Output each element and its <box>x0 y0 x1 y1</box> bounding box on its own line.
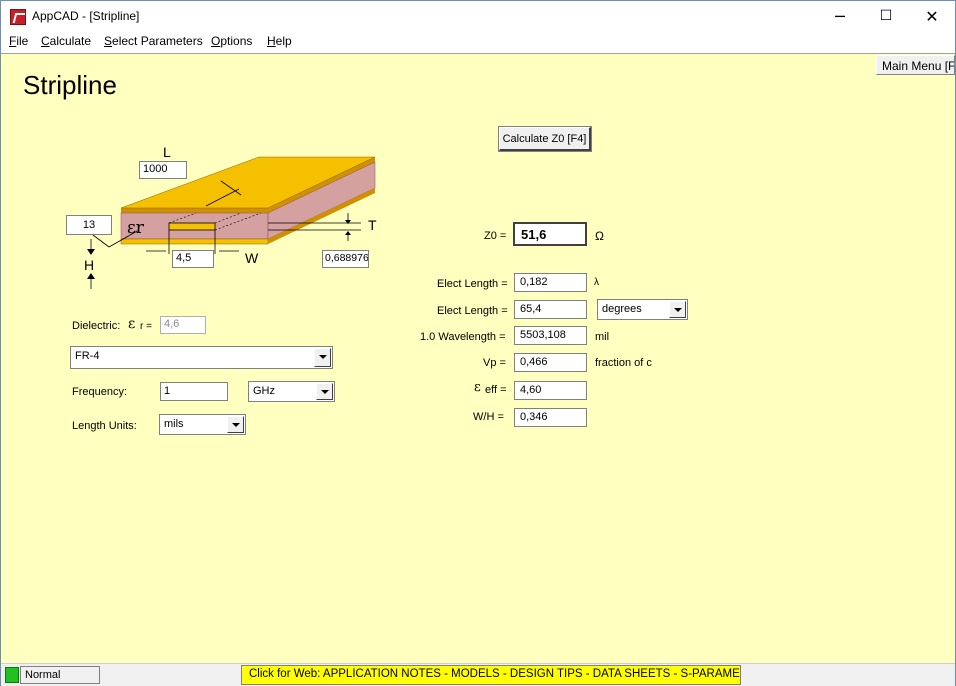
eeff-symbol: ε <box>474 380 481 395</box>
thickness-input[interactable]: 0,688976 <box>322 250 369 268</box>
frequency-unit-select[interactable]: GHz <box>248 381 335 402</box>
maximize-button[interactable]: ☐ <box>863 1 909 31</box>
length-units-dropdown-arrow-icon[interactable] <box>227 416 244 433</box>
menu-help[interactable]: Help <box>267 34 292 48</box>
angle-unit-value: degrees <box>602 303 642 315</box>
length-units-label: Length Units: <box>72 420 137 432</box>
ohm-unit: Ω <box>595 229 604 243</box>
menu-help-label: elp <box>275 34 292 48</box>
eeff-output: 4,60 <box>514 381 587 400</box>
window-title: AppCAD - [Stripline] <box>32 9 140 23</box>
status-mode: Normal <box>20 666 100 684</box>
menu-calculate-mnemonic: C <box>41 34 50 48</box>
menu-select-parameters-mnemonic: S <box>104 34 113 48</box>
h-dimension-label: H <box>84 257 95 273</box>
elect-length-label: Elect Length = <box>437 278 508 290</box>
stripline-panel: Stripline Main Menu [F8] <box>1 53 955 663</box>
menu-options-mnemonic: O <box>211 34 221 48</box>
z0-output: 51,6 <box>513 222 587 246</box>
er-subscript: r = <box>140 321 152 332</box>
web-resources-link[interactable]: Click for Web: APPLICATION NOTES - MODEL… <box>241 665 741 685</box>
h-dim-arrowhead-bottom <box>87 273 95 279</box>
dielectric-label: Dielectric: <box>72 320 121 332</box>
frequency-label: Frequency: <box>72 386 128 398</box>
wavelength-output: 5503,108 <box>514 326 587 345</box>
length-units-value: mils <box>164 418 184 430</box>
angle-unit-dropdown-arrow-icon[interactable] <box>669 301 686 318</box>
menu-bar: File Calculate Select Parameters Options… <box>1 32 955 52</box>
menu-calculate-label: alculate <box>49 34 92 48</box>
elect-length-deg-label: Elect Length = <box>437 305 508 317</box>
frequency-unit-dropdown-arrow-icon[interactable] <box>316 383 333 400</box>
main-menu-button[interactable]: Main Menu [F8] <box>876 55 955 75</box>
wavelength-label: 1.0 Wavelength = <box>420 331 506 343</box>
length-input[interactable]: 1000 <box>139 161 187 179</box>
menu-file[interactable]: File <box>9 34 28 48</box>
menu-select-parameters-label: elect Parameters <box>112 34 203 48</box>
height-input[interactable]: 13 <box>66 215 112 235</box>
menu-file-label: ile <box>16 34 29 48</box>
menu-help-mnemonic: H <box>267 34 276 48</box>
minimize-button[interactable]: ─ <box>817 1 863 31</box>
h-dim-arrowhead-top <box>87 249 95 255</box>
wavelength-unit: mil <box>595 331 610 343</box>
material-select-value: FR-4 <box>75 350 100 362</box>
length-units-select[interactable]: mils <box>159 414 246 435</box>
frequency-unit-value: GHz <box>253 385 275 397</box>
status-bar: Normal Click for Web: APPLICATION NOTES … <box>1 663 955 686</box>
z0-label: Z0 = <box>484 230 507 242</box>
appcad-logo-icon[interactable] <box>10 9 26 25</box>
t-dim-arrowhead-bottom <box>345 231 351 235</box>
wh-output: 0,346 <box>514 408 587 427</box>
signal-strip <box>168 222 216 231</box>
lambda-unit: λ <box>594 277 599 288</box>
menu-options-label: ptions <box>220 34 253 48</box>
w-dimension-label: W <box>245 250 259 266</box>
eeff-subscript: eff = <box>485 384 507 396</box>
dielectric-er-label: εr <box>127 218 145 238</box>
wh-label: W/H = <box>473 411 504 423</box>
title-bar[interactable]: AppCAD - [Stripline] ─ ☐ ✕ <box>1 1 955 32</box>
elect-length-deg-output: 65,4 <box>514 300 587 319</box>
calculate-z0-button[interactable]: Calculate Z0 [F4] <box>498 126 592 152</box>
close-button[interactable]: ✕ <box>909 1 955 31</box>
frequency-input[interactable]: 1 <box>160 382 228 401</box>
menu-select-parameters[interactable]: Select Parameters <box>104 34 203 48</box>
vp-label: Vp = <box>483 357 506 369</box>
menu-options[interactable]: Options <box>211 34 252 48</box>
page-title: Stripline <box>23 70 117 100</box>
status-indicator-icon <box>5 667 19 683</box>
app-window: AppCAD - [Stripline] ─ ☐ ✕ File Calculat… <box>0 0 956 686</box>
angle-unit-select[interactable]: degrees <box>597 299 688 320</box>
material-dropdown-arrow-icon[interactable] <box>314 348 331 367</box>
t-dimension-label: T <box>368 217 377 233</box>
material-select[interactable]: FR-4 <box>70 346 333 369</box>
menu-calculate[interactable]: Calculate <box>41 34 91 48</box>
width-input[interactable]: 4,5 <box>172 250 214 268</box>
er-input[interactable]: 4,6 <box>160 316 206 334</box>
bottom-ground-front <box>120 238 269 245</box>
l-dimension-label: L <box>163 144 171 160</box>
vp-output: 0,466 <box>514 353 587 372</box>
elect-length-lambda-output: 0,182 <box>514 273 587 292</box>
vp-unit: fraction of c <box>595 357 652 369</box>
er-symbol: ε <box>128 316 136 332</box>
